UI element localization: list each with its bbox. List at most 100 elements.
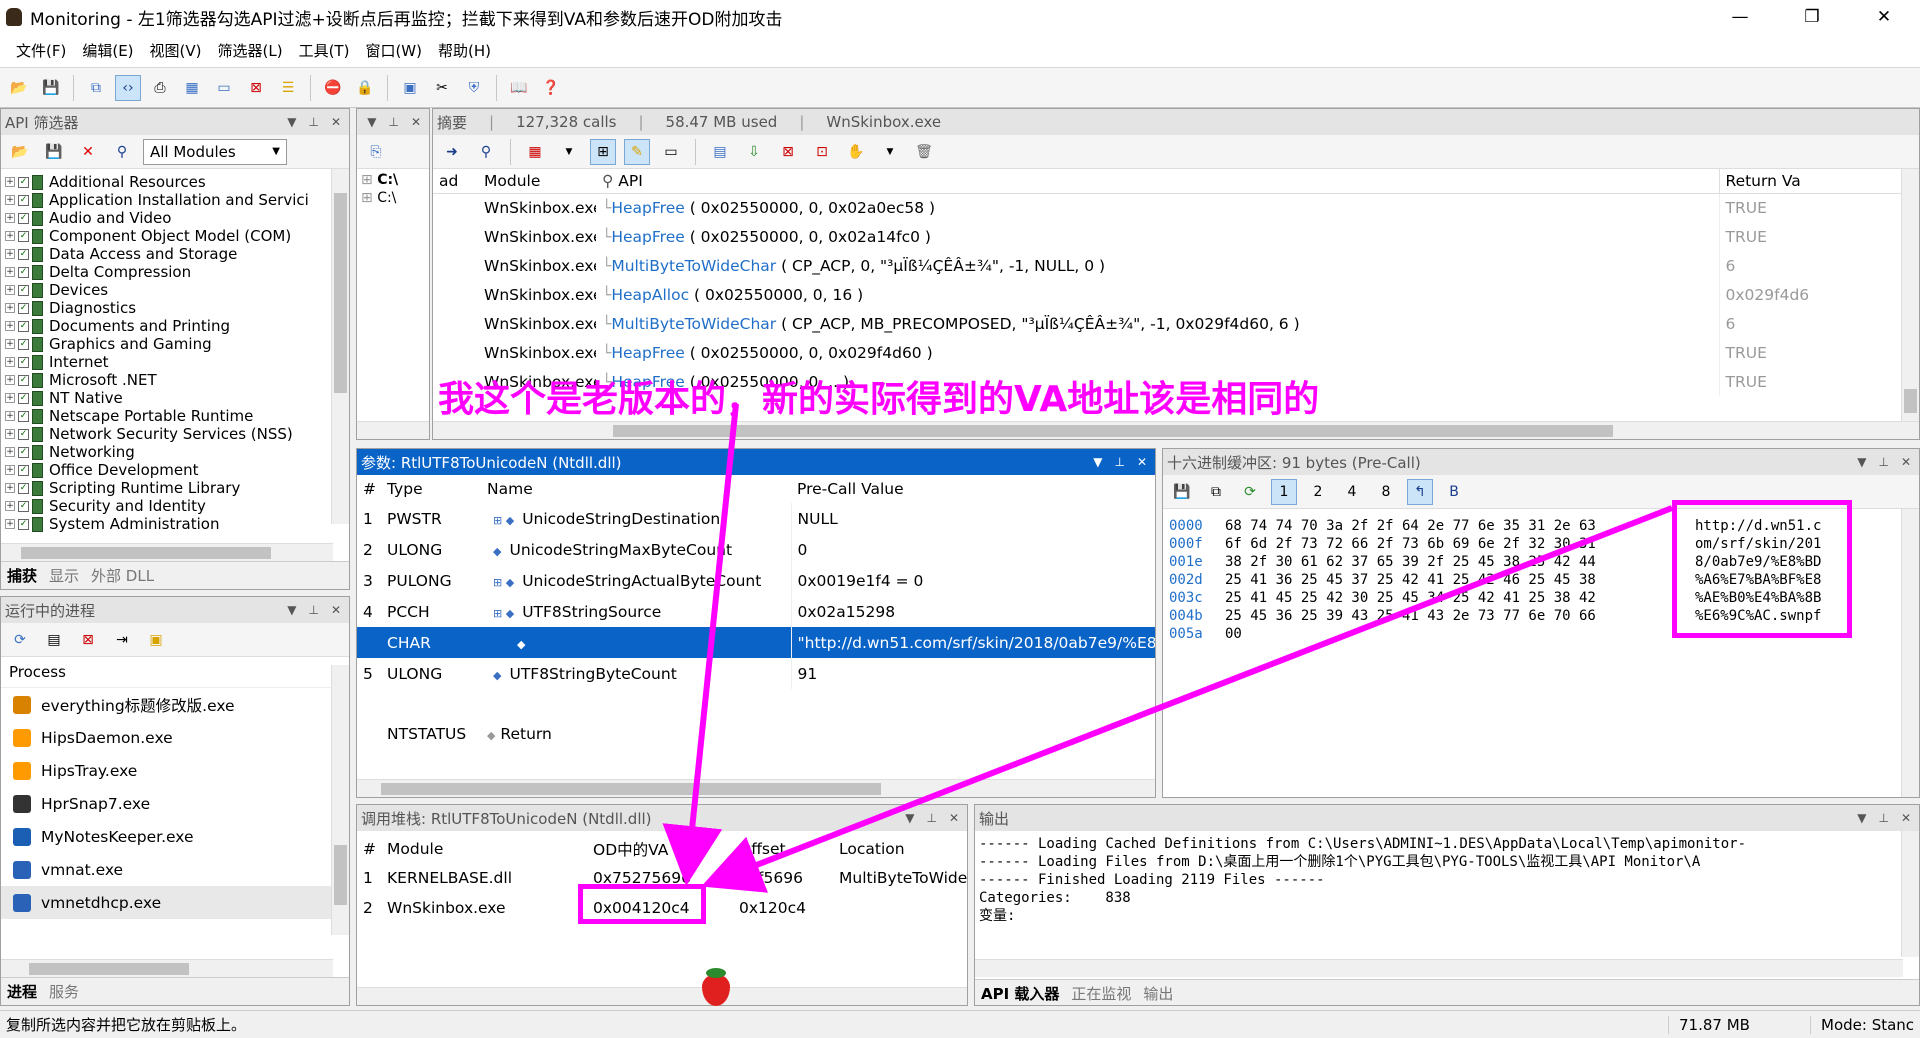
col-api[interactable]: ⚲ API bbox=[596, 169, 1719, 193]
col-module[interactable]: Module bbox=[478, 169, 596, 193]
trash-icon[interactable]: 🗑 bbox=[911, 139, 937, 165]
api-category-item[interactable]: + ✓ System Administration bbox=[5, 515, 349, 533]
checkbox[interactable]: ✓ bbox=[18, 410, 29, 422]
checkbox[interactable]: ✓ bbox=[18, 284, 29, 296]
open-folder-icon[interactable]: 📂 bbox=[6, 75, 32, 101]
checkbox[interactable]: ✓ bbox=[18, 230, 29, 242]
hand-icon[interactable]: ✋ bbox=[843, 139, 869, 165]
checkbox[interactable]: ✓ bbox=[18, 248, 29, 260]
tab-external-dll[interactable]: 外部 DLL bbox=[91, 565, 154, 586]
tab-processes[interactable]: 进程 bbox=[7, 981, 37, 1002]
byte-2-icon[interactable]: 2 bbox=[1305, 479, 1331, 505]
window-close-icon[interactable]: ⊠ bbox=[243, 75, 269, 101]
col-offset[interactable]: Offset bbox=[733, 835, 833, 863]
checkbox[interactable]: ✓ bbox=[18, 500, 29, 512]
call-row[interactable]: WnSkinbox.exe └HeapFree ( 0x02550000, 0, … bbox=[433, 222, 1903, 251]
checkbox[interactable]: ✓ bbox=[18, 194, 29, 206]
call-row[interactable]: WnSkinbox.exe └HeapFree ( 0x02550000, 0, … bbox=[433, 193, 1903, 222]
byte-order-icon[interactable]: B bbox=[1441, 479, 1467, 505]
checkbox[interactable]: ✓ bbox=[18, 518, 29, 530]
col-type[interactable]: Type bbox=[381, 475, 481, 503]
new-process-icon[interactable]: ▣ bbox=[143, 627, 169, 653]
book-icon[interactable]: 📖 bbox=[506, 75, 532, 101]
pin-icon[interactable]: ⊥ bbox=[308, 603, 318, 617]
api-category-item[interactable]: + ✓ Diagnostics bbox=[5, 299, 349, 317]
print-icon[interactable]: ⎙ bbox=[147, 75, 173, 101]
calls-vscrollbar[interactable] bbox=[1901, 169, 1919, 421]
checkbox[interactable]: ✓ bbox=[18, 356, 29, 368]
close-icon[interactable]: ✕ bbox=[331, 603, 341, 617]
tab-capture[interactable]: 捕获 bbox=[7, 565, 37, 586]
checkbox[interactable]: ✓ bbox=[18, 446, 29, 458]
save-icon[interactable]: 💾 bbox=[41, 139, 67, 165]
col-return[interactable]: Return Va bbox=[1718, 169, 1903, 193]
stop-icon[interactable]: ⊠ bbox=[75, 627, 101, 653]
tree-view-icon[interactable]: ⊞ bbox=[590, 138, 616, 165]
back-icon[interactable]: ↰ bbox=[1407, 478, 1433, 505]
save-icon[interactable]: 💾 bbox=[1169, 479, 1195, 505]
call-row[interactable]: WnSkinbox.exe └MultiByteToWideChar ( CP_A… bbox=[433, 309, 1903, 338]
api-category-item[interactable]: + ✓ Security and Identity bbox=[5, 497, 349, 515]
calls-hscrollbar[interactable] bbox=[433, 421, 1919, 439]
expand-icon[interactable]: ⊞ ◆ bbox=[493, 607, 514, 620]
process-hscrollbar[interactable] bbox=[1, 959, 333, 977]
expand-icon[interactable]: + bbox=[5, 177, 15, 187]
checkbox[interactable]: ✓ bbox=[18, 338, 29, 350]
expand-icon[interactable]: + bbox=[5, 339, 15, 349]
window-icon[interactable]: ▭ bbox=[211, 75, 237, 101]
dropdown-icon[interactable]: ▼ bbox=[877, 139, 903, 165]
delete-icon[interactable]: ✕ bbox=[75, 139, 101, 165]
param-row-selected[interactable]: CHAR ◆ "http://d.wn51.com/srf/skin/2018/0a… bbox=[357, 627, 1155, 658]
close-icon[interactable]: ✕ bbox=[411, 115, 421, 129]
tree-node-c[interactable]: ⊞ C:\ bbox=[361, 171, 425, 189]
lock-icon[interactable]: 🔒 bbox=[352, 75, 378, 101]
dropdown-icon[interactable]: ▼ bbox=[287, 603, 296, 617]
output-log[interactable]: ------ Loading Cached Definitions from C… bbox=[975, 831, 1895, 929]
expand-icon[interactable]: + bbox=[5, 519, 15, 529]
param-row[interactable]: 1 PWSTR ⊞ ◆ UnicodeStringDestination NULL bbox=[357, 503, 1155, 534]
col-va[interactable]: OD中的VA bbox=[587, 835, 733, 863]
console-icon[interactable]: ▭ bbox=[658, 139, 684, 165]
export-icon[interactable]: ⇩ bbox=[741, 139, 767, 165]
tab-monitoring[interactable]: 正在监视 bbox=[1071, 983, 1131, 1004]
dropdown-icon[interactable]: ▼ bbox=[367, 115, 376, 129]
checkbox[interactable]: ✓ bbox=[18, 464, 29, 476]
stack-icon[interactable]: ☰ bbox=[275, 75, 301, 101]
copy-icon[interactable]: ⧉ bbox=[83, 75, 109, 101]
api-category-item[interactable]: + ✓ Internet bbox=[5, 353, 349, 371]
menu-view[interactable]: 视图(V) bbox=[142, 40, 210, 61]
checkbox[interactable]: ✓ bbox=[18, 428, 29, 440]
arrow-right-icon[interactable]: ➜ bbox=[439, 139, 465, 165]
expand-icon[interactable]: + bbox=[5, 213, 15, 223]
api-category-item[interactable]: + ✓ Data Access and Storage bbox=[5, 245, 349, 263]
refresh-icon[interactable]: ⟳ bbox=[7, 627, 33, 653]
bullet-icon[interactable]: ◆ bbox=[493, 545, 501, 558]
byte-4-icon[interactable]: 4 bbox=[1339, 479, 1365, 505]
checkbox[interactable]: ✓ bbox=[18, 176, 29, 188]
expand-icon[interactable]: + bbox=[5, 465, 15, 475]
pin-icon[interactable]: ⊥ bbox=[926, 811, 936, 825]
module-tree-hscrollbar[interactable] bbox=[357, 421, 429, 439]
tab-display[interactable]: 显示 bbox=[49, 565, 79, 586]
process-column-header[interactable]: Process bbox=[1, 657, 349, 688]
process-item[interactable]: HipsDaemon.exe bbox=[1, 721, 349, 754]
tab-output[interactable]: 输出 bbox=[1143, 983, 1173, 1004]
checkbox[interactable]: ✓ bbox=[18, 320, 29, 332]
col-location[interactable]: Location bbox=[833, 835, 967, 863]
expand-icon[interactable]: + bbox=[5, 447, 15, 457]
screen-icon[interactable]: ▣ bbox=[397, 75, 423, 101]
bullet-icon[interactable]: ◆ bbox=[493, 669, 501, 682]
menu-tools[interactable]: 工具(T) bbox=[291, 40, 358, 61]
menu-help[interactable]: 帮助(H) bbox=[430, 40, 499, 61]
process-item[interactable]: HprSnap7.exe bbox=[1, 787, 349, 820]
expand-icon[interactable]: ⊞ ◆ bbox=[493, 514, 514, 527]
process-item[interactable]: vmnetdhcp.exe bbox=[1, 886, 349, 919]
menu-window[interactable]: 窗口(W) bbox=[357, 40, 430, 61]
param-row[interactable]: 5 ULONG ◆ UTF8StringByteCount 91 bbox=[357, 658, 1155, 689]
close-icon[interactable]: ✕ bbox=[1901, 811, 1911, 825]
pin-icon[interactable]: ⊥ bbox=[1878, 811, 1888, 825]
pin-icon[interactable]: ⊥ bbox=[1878, 455, 1888, 469]
checkbox[interactable]: ✓ bbox=[18, 302, 29, 314]
call-row[interactable]: WnSkinbox.exe └MultiByteToWideChar ( CP_A… bbox=[433, 251, 1903, 280]
checkbox[interactable]: ✓ bbox=[18, 374, 29, 386]
